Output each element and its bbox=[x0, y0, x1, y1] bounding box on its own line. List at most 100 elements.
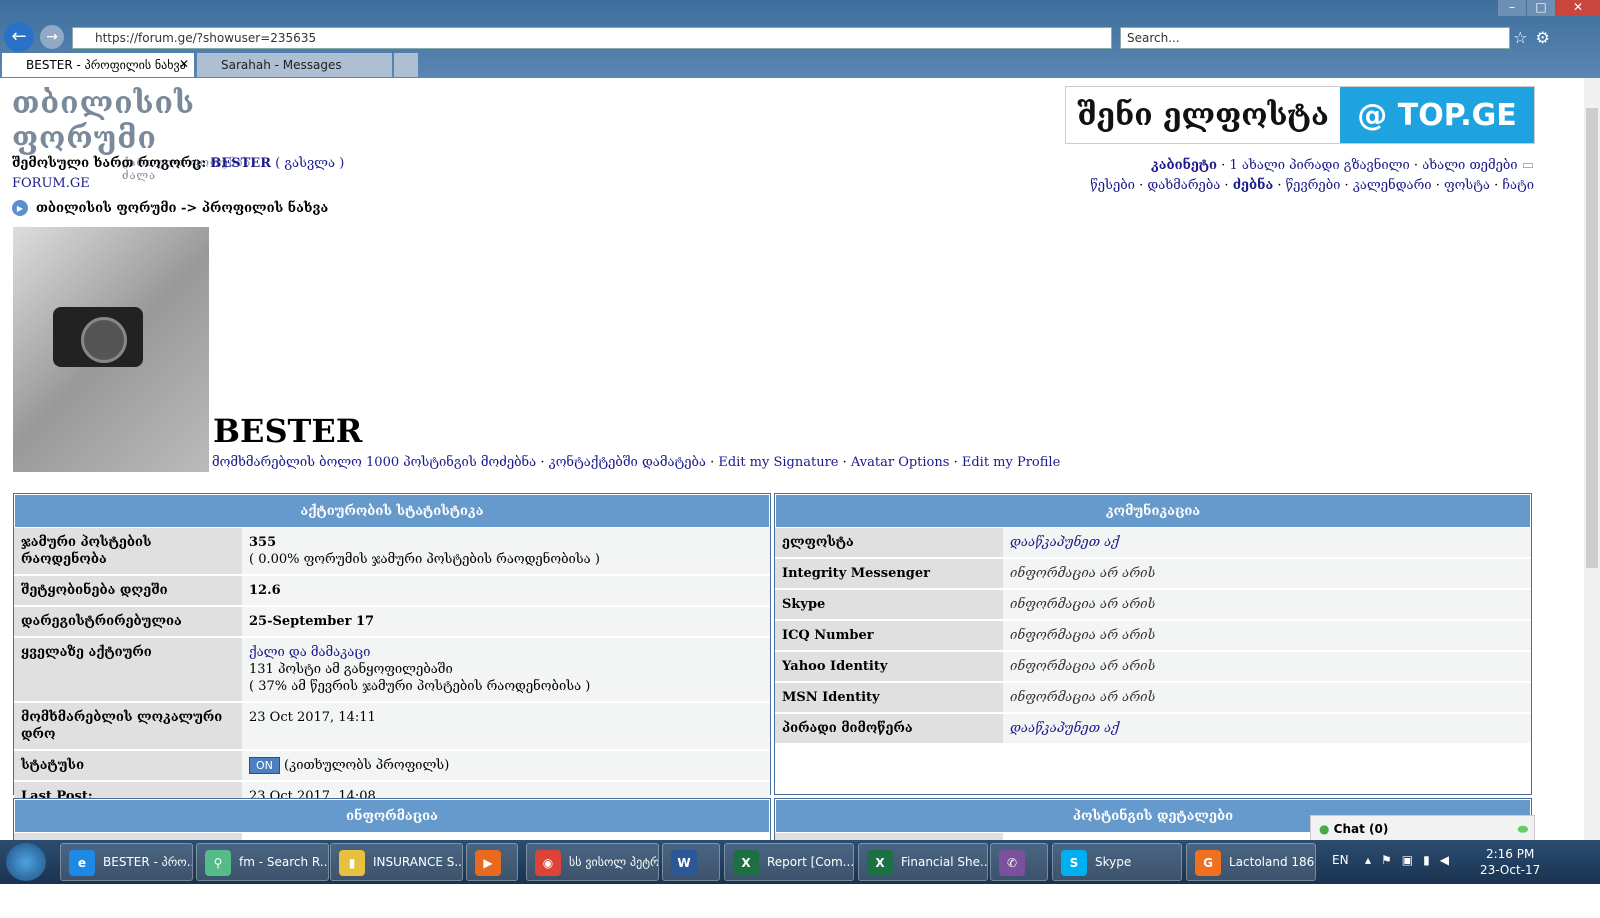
address-bar[interactable]: https://forum.ge/?showuser=235635 bbox=[72, 27, 1112, 49]
taskbar-item[interactable]: G Lactoland 186... bbox=[1186, 843, 1316, 881]
no-info-text: ინფორმაცია არ არის bbox=[1003, 620, 1531, 652]
date: 23-Oct-17 bbox=[1480, 863, 1541, 877]
avatar-options-link[interactable]: Avatar Options bbox=[851, 455, 950, 470]
new-tab-button[interactable] bbox=[394, 53, 418, 77]
breadcrumb-link[interactable]: თბილისის ფორუმი -> პროფილის ნახვა bbox=[36, 201, 328, 216]
top-ge-banner[interactable]: შენი ელფოსტა @ TOP.GE bbox=[1065, 86, 1535, 144]
taskbar-item[interactable]: ▶ bbox=[466, 843, 518, 881]
language-indicator[interactable]: EN bbox=[1332, 853, 1349, 867]
taskbar-item[interactable]: X Financial She... bbox=[858, 843, 988, 881]
mail-link[interactable]: ფოსტა bbox=[1444, 178, 1490, 193]
close-tab-icon[interactable]: ✕ bbox=[179, 57, 189, 71]
no-info-text: ინფორმაცია არ არის bbox=[1003, 589, 1531, 621]
app-icon: ▶ bbox=[475, 850, 501, 876]
row-label: მომხმარებლის ლოკალური დრო bbox=[14, 702, 242, 751]
username-link[interactable]: BESTER bbox=[210, 156, 271, 171]
status-text: (კითხულობს პროფილს) bbox=[284, 758, 450, 773]
table-row: მომხმარებლის ლოკალური დრო 23 Oct 2017, 14… bbox=[14, 702, 770, 751]
taskbar-item[interactable]: W bbox=[662, 843, 720, 881]
minimize-button[interactable]: – bbox=[1498, 0, 1526, 16]
app-icon: X bbox=[867, 850, 893, 876]
forum-home-link[interactable]: FORUM.GE bbox=[12, 176, 90, 191]
back-button[interactable]: ← bbox=[4, 22, 34, 52]
taskbar-item[interactable]: e BESTER - პრო... bbox=[60, 843, 193, 881]
info-panel: ინფორმაცია bbox=[13, 798, 771, 840]
top-links: კაბინეტი · 1 ახალი პირადი გზავნილი · ახა… bbox=[1090, 158, 1534, 193]
cabinet-link[interactable]: კაბინეტი bbox=[1151, 158, 1217, 173]
local-time: 23 Oct 2017, 14:11 bbox=[242, 702, 770, 751]
edit-profile-link[interactable]: Edit my Profile bbox=[962, 455, 1060, 470]
add-contact-link[interactable]: კონტაქტებში დამატება bbox=[549, 455, 706, 470]
help-link[interactable]: დახმარება bbox=[1147, 178, 1220, 193]
taskbar-item[interactable]: ◉ სს ვისოლ პეტრ... bbox=[526, 843, 659, 881]
calendar-link[interactable]: კალენდარი bbox=[1353, 178, 1432, 193]
chat-widget[interactable]: ● Chat (0) ⬬ bbox=[1310, 815, 1535, 842]
logout-link[interactable]: ( გასვლა ) bbox=[275, 156, 344, 171]
taskbar-item[interactable]: S Skype bbox=[1052, 843, 1182, 881]
search-link[interactable]: ძებნა bbox=[1233, 178, 1274, 193]
scrollbar-thumb[interactable] bbox=[1586, 108, 1598, 568]
forum-logo[interactable]: თბილისის ფორუმი ქართული ფორუმის ძალა bbox=[12, 86, 272, 182]
members-link[interactable]: წევრები bbox=[1286, 178, 1341, 193]
maximize-button[interactable]: □ bbox=[1527, 0, 1555, 16]
banner-brand: @ TOP.GE bbox=[1340, 87, 1534, 143]
breadcrumb: ▶ თბილისის ფორუმი -> პროფილის ნახვა bbox=[12, 200, 328, 216]
page-scrollbar[interactable] bbox=[1584, 78, 1600, 840]
edit-signature-link[interactable]: Edit my Signature bbox=[718, 455, 838, 470]
window-controls[interactable]: – □ ✕ bbox=[1497, 0, 1600, 16]
tab-label: BESTER - პროფილის ნახვა bbox=[26, 58, 186, 72]
logo-title: თბილისის ფორუმი bbox=[12, 86, 195, 156]
app-icon: W bbox=[671, 850, 697, 876]
taskbar: e BESTER - პრო... ⚲ fm - Search R... ▮ INSURA… bbox=[0, 840, 1600, 884]
new-topics-link[interactable]: ახალი თემები bbox=[1422, 158, 1517, 173]
row-label: Integrity Messenger bbox=[775, 558, 1003, 590]
toggle-icon[interactable]: ⬬ bbox=[1518, 822, 1528, 837]
taskbar-item-label: სს ვისოლ პეტრ... bbox=[569, 855, 659, 869]
message-icon[interactable]: ▭ bbox=[1522, 158, 1534, 173]
click-here-link[interactable]: დააწკაპუნეთ აქ bbox=[1003, 528, 1531, 559]
table-row: Skype ინფორმაცია არ არის bbox=[775, 589, 1531, 621]
tray-icons[interactable]: ▴⚑▣▮◀ bbox=[1365, 853, 1459, 867]
table-row: MSN Identity ინფორმაცია არ არის bbox=[775, 682, 1531, 714]
row-label: პირადი მიმოწერა bbox=[775, 713, 1003, 745]
taskbar-item-label: fm - Search R... bbox=[239, 855, 329, 869]
taskbar-item[interactable]: ✆ bbox=[990, 843, 1048, 881]
find-posts-link[interactable]: მომხმარებლის ბოლო 1000 პოსტინგის მოძებნა bbox=[212, 455, 536, 470]
table-row: ელფოსტა დააწკაპუნეთ აქ bbox=[775, 528, 1531, 559]
bottom-margin bbox=[0, 884, 1600, 918]
registered-date: 25-September 17 bbox=[242, 606, 770, 638]
tab-sarahah[interactable]: Sarahah - Messages bbox=[197, 53, 392, 77]
no-info-text: ინფორმაცია არ არის bbox=[1003, 558, 1531, 590]
start-button[interactable] bbox=[6, 843, 46, 881]
clock[interactable]: 2:16 PM 23-Oct-17 bbox=[1480, 846, 1540, 878]
app-icon: ⚲ bbox=[205, 850, 231, 876]
row-label: ჯამური პოსტების რაოდენობა bbox=[14, 528, 242, 576]
table-row: ჯამური პოსტების რაოდენობა 355 ( 0.00% ფორუ… bbox=[14, 528, 770, 576]
logged-in-label: შემოსული ხართ როგორც: bbox=[12, 156, 207, 171]
home-star-gear-icons[interactable]: ⌂☆⚙ bbox=[1495, 28, 1558, 47]
chat-link[interactable]: ჩატი bbox=[1502, 178, 1534, 193]
taskbar-item[interactable]: ▮ INSURANCE S... bbox=[330, 843, 463, 881]
no-info-text: ინფორმაცია არ არის bbox=[1003, 651, 1531, 683]
new-messages-link[interactable]: 1 ახალი პირადი გზავნილი bbox=[1229, 158, 1409, 173]
no-info-text: ინფორმაცია არ არის bbox=[1003, 682, 1531, 714]
close-button[interactable]: ✕ bbox=[1556, 0, 1600, 16]
row-label: დარეგისტრირებულია bbox=[14, 606, 242, 638]
taskbar-item[interactable]: X Report [Com... bbox=[724, 843, 854, 881]
table-row: ICQ Number ინფორმაცია არ არის bbox=[775, 620, 1531, 652]
panel-header: ინფორმაცია bbox=[14, 799, 770, 833]
tab-label: Sarahah - Messages bbox=[221, 58, 342, 72]
taskbar-item[interactable]: ⚲ fm - Search R... bbox=[196, 843, 329, 881]
row-label: შეტყობინება დღეში bbox=[14, 575, 242, 607]
taskbar-item-label: INSURANCE S... bbox=[373, 855, 463, 869]
click-here-link[interactable]: დააწკაპუნეთ აქ bbox=[1003, 713, 1531, 745]
total-posts: 355 bbox=[249, 535, 277, 550]
tab-bester[interactable]: BESTER - პროფილის ნახვა ✕ bbox=[2, 53, 194, 77]
search-box[interactable]: Search... bbox=[1120, 27, 1510, 49]
banner-text: შენი ელფოსტა bbox=[1077, 98, 1329, 133]
forward-button[interactable]: → bbox=[40, 25, 64, 49]
most-active-forum-link[interactable]: ქალი და მამაკაცი bbox=[249, 645, 370, 660]
taskbar-item-label: Report [Com... bbox=[767, 855, 854, 869]
rules-link[interactable]: წესები bbox=[1090, 178, 1135, 193]
posts-percent: ( 0.00% ფორუმის ჯამური პოსტების რაოდენობ… bbox=[249, 552, 600, 567]
